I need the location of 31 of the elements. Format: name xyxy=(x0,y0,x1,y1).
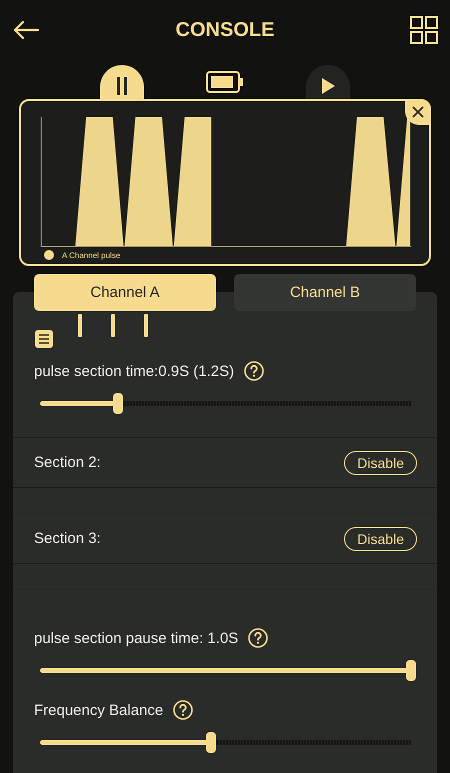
slider-thumb[interactable] xyxy=(112,393,123,414)
slider-thumb[interactable] xyxy=(406,660,416,681)
setting-label: pulse section time:0.9S (1.2S) xyxy=(34,362,234,380)
play-icon xyxy=(320,77,336,95)
screen-title: CONSOLE xyxy=(176,18,274,42)
disable-button[interactable]: Disable xyxy=(344,450,417,474)
help-icon[interactable] xyxy=(248,628,268,648)
grid-icon[interactable] xyxy=(410,16,438,44)
close-button[interactable] xyxy=(405,99,431,125)
pause-button[interactable] xyxy=(100,65,144,99)
close-icon xyxy=(412,106,424,118)
play-button[interactable] xyxy=(306,65,350,99)
marker-bar xyxy=(78,314,82,337)
setting-label: pulse section pause time: 1.0S xyxy=(34,630,238,646)
slider-thumb[interactable] xyxy=(206,732,216,753)
list-icon[interactable] xyxy=(35,330,53,348)
channel-tab[interactable]: Channel B xyxy=(234,274,416,311)
back-arrow-icon[interactable] xyxy=(12,20,40,40)
setting-label: Frequency Balance xyxy=(34,702,164,718)
help-icon[interactable] xyxy=(173,700,194,720)
marker-bar xyxy=(144,314,148,337)
marker-bar xyxy=(111,314,115,337)
help-icon[interactable] xyxy=(244,361,264,381)
battery-icon xyxy=(206,71,244,93)
legend-label: A Channel pulse xyxy=(62,250,120,260)
pause-icon xyxy=(115,77,129,95)
channel-tab[interactable]: Channel A xyxy=(34,274,216,311)
legend-dot xyxy=(44,250,54,260)
disable-button[interactable]: Disable xyxy=(344,526,417,550)
section-label: Section 3: xyxy=(34,530,101,547)
section-label: Section 2: xyxy=(34,454,101,471)
